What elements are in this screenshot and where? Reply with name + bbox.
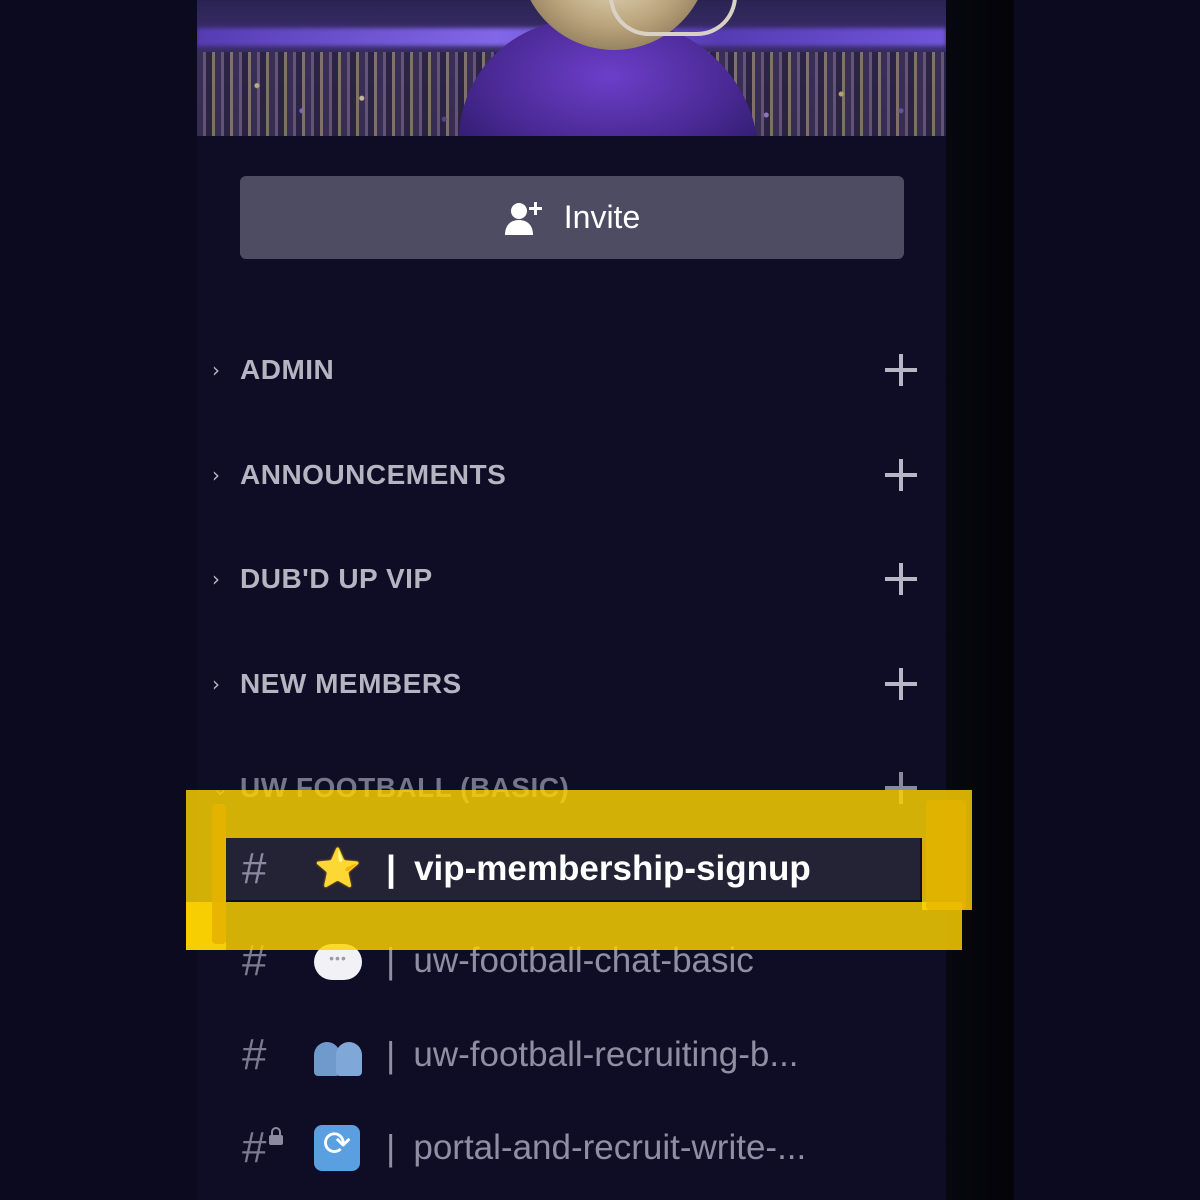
channel-portal-and-recruit[interactable]: # | portal-and-recruit-write-... [224, 1117, 924, 1179]
channel-vip-membership-signup[interactable]: # ⭐ | vip-membership-signup [224, 838, 920, 900]
category-label: DUB'D UP VIP [240, 563, 433, 594]
separator: | [386, 1127, 396, 1168]
category-uw-football-basic[interactable]: ⌄ UW FOOTBALL (BASIC) [197, 758, 946, 818]
invite-label: Invite [563, 199, 641, 235]
server-banner-image [197, 0, 946, 136]
people-icon [314, 1034, 374, 1077]
speech-bubble-icon [314, 940, 374, 983]
category-label: NEW MEMBERS [240, 668, 462, 699]
plus-icon[interactable] [883, 666, 919, 702]
separator: | [386, 848, 397, 889]
channel-name: vip-membership-signup [414, 849, 811, 888]
category-label: ANNOUNCEMENTS [240, 459, 507, 490]
channel-name: uw-football-chat-basic [413, 941, 754, 980]
plus-icon[interactable] [883, 457, 919, 493]
category-label: UW FOOTBALL (BASIC) [240, 772, 570, 803]
invite-button[interactable]: Invite [240, 176, 904, 259]
channel-sidebar: Invite › ADMIN › ANNOUNCEMENTS › DUB'D U… [197, 0, 946, 1200]
hash-icon: # [242, 936, 267, 985]
chevron-right-icon: › [212, 672, 220, 696]
chevron-right-icon: › [212, 358, 220, 382]
star-icon: ⭐ [314, 848, 362, 890]
chevron-right-icon: › [212, 463, 220, 487]
add-person-icon [504, 201, 542, 235]
chevron-right-icon: › [212, 567, 220, 591]
window-edge [946, 0, 1014, 1200]
channel-uw-football-chat-basic[interactable]: # | uw-football-chat-basic [224, 930, 924, 992]
plus-icon[interactable] [883, 352, 919, 388]
category-label: ADMIN [240, 354, 335, 385]
category-dubd-up-vip[interactable]: › DUB'D UP VIP [197, 549, 946, 609]
channel-name: portal-and-recruit-write-... [413, 1128, 807, 1167]
channel-uw-football-recruiting[interactable]: # | uw-football-recruiting-b... [224, 1024, 924, 1086]
locked-hash-icon: # [242, 1123, 290, 1173]
hash-icon: # [242, 844, 267, 893]
hash-icon: # [242, 1030, 267, 1079]
plus-icon[interactable] [883, 561, 919, 597]
cycle-arrows-icon [314, 1125, 374, 1171]
category-announcements[interactable]: › ANNOUNCEMENTS [197, 445, 946, 505]
separator: | [386, 1034, 396, 1075]
plus-icon[interactable] [883, 770, 919, 806]
chevron-down-icon: ⌄ [212, 776, 229, 800]
category-admin[interactable]: › ADMIN [197, 340, 946, 400]
category-new-members[interactable]: › NEW MEMBERS [197, 654, 946, 714]
lock-icon [269, 1127, 283, 1145]
separator: | [386, 940, 396, 981]
channel-name: uw-football-recruiting-b... [413, 1035, 799, 1074]
